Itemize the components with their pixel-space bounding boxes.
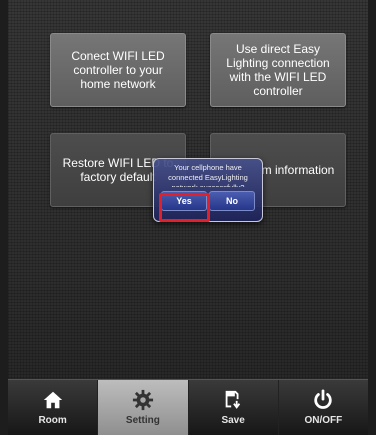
bottom-tab-bar: Room Setting Save ON/OFF xyxy=(8,379,368,435)
tab-label: Setting xyxy=(125,415,160,426)
tab-label: Room xyxy=(38,415,67,426)
tab-label: Save xyxy=(221,415,245,426)
home-icon xyxy=(43,391,62,409)
app-screen: Conect WIFI LED controller to your home … xyxy=(8,0,368,435)
direct-connection-tile[interactable]: Use direct Easy Lighting connection with… xyxy=(210,33,346,107)
tile-label: Use direct Easy Lighting connection with… xyxy=(226,42,330,98)
tab-room[interactable]: Room xyxy=(8,380,99,435)
tab-label: ON/OFF xyxy=(304,415,343,426)
save-icon xyxy=(225,390,241,409)
tile-label: Conect WIFI LED controller to your home … xyxy=(71,49,165,91)
tab-save[interactable]: Save xyxy=(189,380,279,435)
power-icon xyxy=(314,389,333,409)
yes-highlight-box xyxy=(159,193,210,222)
connect-home-network-tile[interactable]: Conect WIFI LED controller to your home … xyxy=(50,33,186,107)
no-button[interactable]: No xyxy=(209,191,255,211)
gear-icon xyxy=(132,389,153,411)
tab-on-off[interactable]: ON/OFF xyxy=(279,380,368,435)
dialog-message: Your cellphone have connected EasyLighti… xyxy=(168,163,248,187)
tab-setting[interactable]: Setting xyxy=(98,380,189,435)
